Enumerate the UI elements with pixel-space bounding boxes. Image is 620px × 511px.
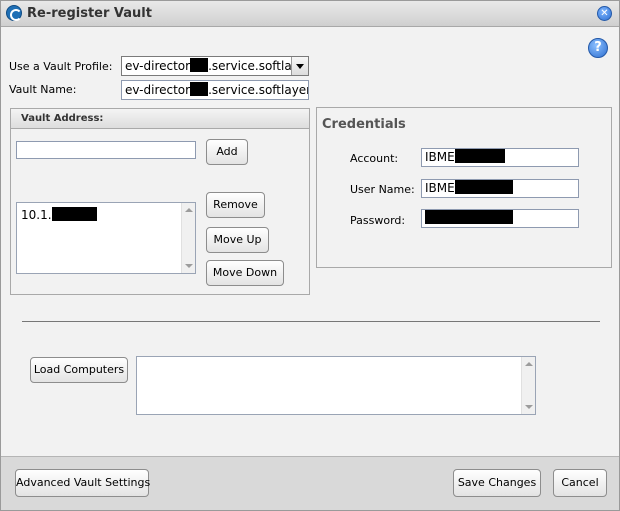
password-label: Password: bbox=[350, 214, 406, 227]
redaction-block bbox=[190, 58, 209, 72]
account-value-text: IBME bbox=[425, 150, 455, 164]
vault-name-value-prefix: ev-director bbox=[125, 83, 191, 97]
redaction-block bbox=[454, 180, 513, 194]
account-input[interactable]: IBME bbox=[421, 148, 579, 167]
help-icon[interactable]: ? bbox=[588, 38, 608, 58]
computers-list[interactable] bbox=[136, 356, 536, 415]
user-name-value-text: IBME bbox=[425, 181, 455, 195]
advanced-vault-settings-button[interactable]: Advanced Vault Settings bbox=[15, 469, 150, 497]
redaction-block bbox=[454, 149, 505, 163]
add-button[interactable]: Add bbox=[206, 139, 248, 165]
move-up-button[interactable]: Move Up bbox=[206, 227, 269, 253]
vault-profile-value-prefix: ev-director bbox=[125, 59, 191, 73]
close-icon[interactable]: ✕ bbox=[597, 6, 612, 21]
vault-address-scrollbar[interactable] bbox=[181, 203, 195, 273]
list-item[interactable]: 10.1. bbox=[21, 207, 97, 222]
dialog-title: Re-register Vault bbox=[27, 6, 152, 21]
credentials-title: Credentials bbox=[322, 117, 406, 132]
title-bar: Re-register Vault ✕ bbox=[1, 1, 619, 27]
section-divider bbox=[22, 321, 600, 322]
user-name-input[interactable]: IBME bbox=[421, 179, 579, 198]
remove-button[interactable]: Remove bbox=[206, 192, 265, 218]
redaction-block bbox=[190, 82, 209, 96]
redaction-block bbox=[51, 207, 97, 221]
redaction-block bbox=[425, 210, 513, 224]
app-logo-icon bbox=[6, 5, 22, 21]
scroll-down-icon[interactable] bbox=[525, 405, 533, 409]
vault-profile-select[interactable]: ev-director .service.softla bbox=[121, 56, 309, 76]
vault-address-item-text: 10.1. bbox=[21, 208, 52, 222]
cancel-button[interactable]: Cancel bbox=[553, 469, 607, 497]
user-name-label: User Name: bbox=[350, 183, 415, 196]
vault-name-label: Vault Name: bbox=[9, 83, 77, 96]
chevron-down-icon[interactable] bbox=[291, 57, 308, 75]
scroll-up-icon[interactable] bbox=[525, 362, 533, 366]
vault-address-list[interactable]: 10.1. bbox=[16, 202, 196, 274]
move-down-button[interactable]: Move Down bbox=[206, 260, 284, 286]
vault-profile-value-suffix: .service.softla bbox=[208, 59, 292, 73]
vault-name-value-suffix: .service.softlayer bbox=[208, 83, 309, 97]
password-input[interactable] bbox=[421, 209, 579, 228]
load-computers-button[interactable]: Load Computers bbox=[30, 357, 128, 383]
vault-profile-label: Use a Vault Profile: bbox=[9, 60, 113, 73]
computers-scrollbar[interactable] bbox=[521, 357, 535, 414]
scroll-down-icon[interactable] bbox=[185, 264, 193, 268]
vault-name-input[interactable]: ev-director .service.softlayer bbox=[121, 80, 309, 100]
vault-address-header: Vault Address: bbox=[11, 109, 309, 129]
re-register-vault-dialog: Re-register Vault ✕ ? Use a Vault Profil… bbox=[0, 0, 620, 511]
account-label: Account: bbox=[350, 152, 399, 165]
dialog-footer: Advanced Vault Settings Save Changes Can… bbox=[1, 456, 619, 510]
vault-address-input[interactable] bbox=[16, 141, 196, 159]
scroll-up-icon[interactable] bbox=[185, 208, 193, 212]
save-changes-button[interactable]: Save Changes bbox=[453, 469, 541, 497]
